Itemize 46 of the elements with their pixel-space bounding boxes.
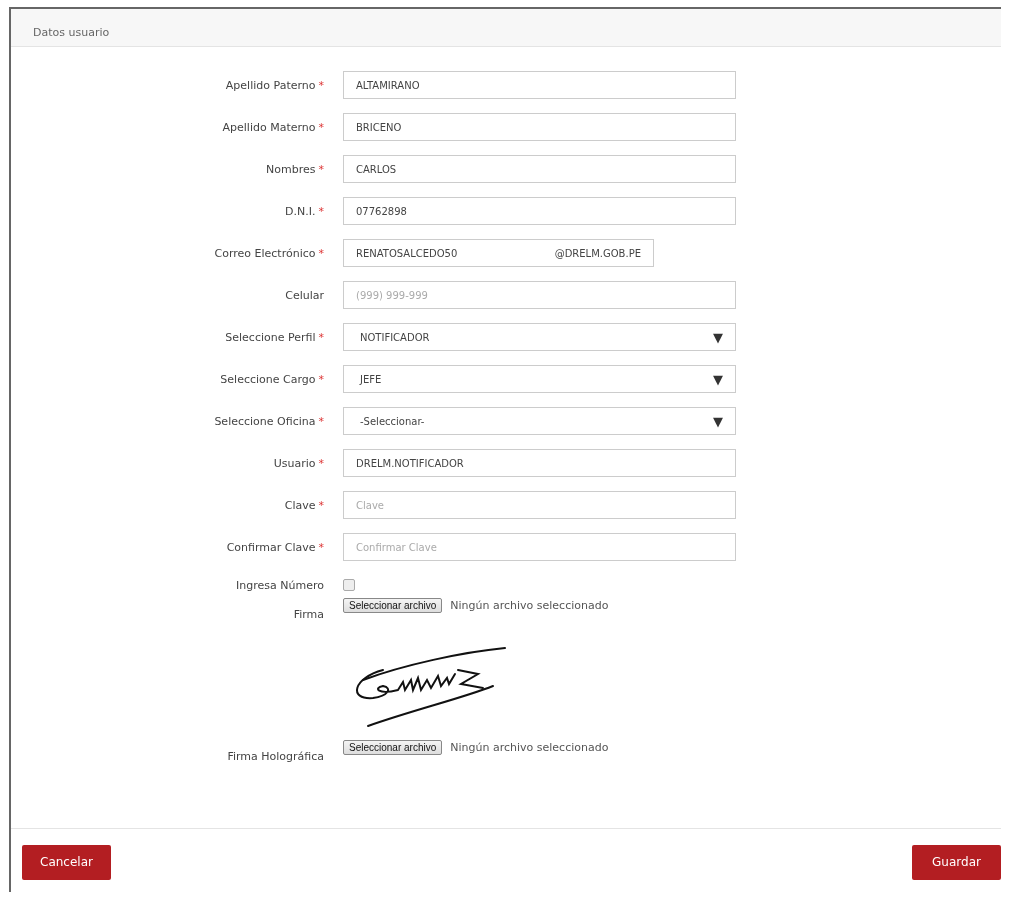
file-status: Ningún archivo seleccionado — [450, 741, 609, 754]
save-button[interactable]: Guardar — [912, 844, 1001, 880]
required-asterisk: * — [318, 456, 324, 470]
required-asterisk: * — [318, 414, 324, 428]
field-label: Seleccione Oficina — [214, 414, 316, 428]
email-field[interactable]: RENATOSALCEDO50 @DRELM.GOB.PE — [343, 239, 654, 267]
checkbox[interactable] — [343, 579, 355, 591]
input-field[interactable]: 07762898 — [343, 197, 736, 225]
field-label: Nombres — [266, 162, 316, 176]
field-label: Apellido Paterno — [225, 78, 316, 92]
panel-title: Datos usuario — [33, 26, 110, 39]
input-field[interactable]: Confirmar Clave — [343, 533, 736, 561]
field-label: Firma Holográfica — [227, 750, 324, 763]
required-asterisk: * — [318, 162, 324, 176]
cancel-button[interactable]: Cancelar — [22, 844, 111, 880]
required-asterisk: * — [318, 498, 324, 512]
field-label: Seleccione Cargo — [220, 372, 316, 386]
required-asterisk: * — [318, 372, 324, 386]
input-field[interactable]: DRELM.NOTIFICADOR — [343, 449, 736, 477]
field-label: Firma — [293, 608, 324, 621]
required-asterisk: * — [318, 78, 324, 92]
field-label: D.N.I. — [285, 204, 316, 218]
input-field[interactable]: (999) 999-999 — [343, 281, 736, 309]
dropdown[interactable]: JEFE ▼ — [343, 365, 736, 393]
required-asterisk: * — [318, 120, 324, 134]
required-asterisk: * — [318, 540, 324, 554]
required-asterisk: * — [318, 246, 324, 260]
field-label: Seleccione Perfil — [225, 330, 316, 344]
input-field[interactable]: CARLOS — [343, 155, 736, 183]
field-label: Usuario — [273, 456, 316, 470]
file-status: Ningún archivo seleccionado — [450, 599, 609, 612]
field-label: Apellido Materno — [222, 120, 316, 134]
field-label: Celular — [285, 288, 324, 302]
input-field[interactable]: BRICEÑO — [343, 113, 736, 141]
field-label: Confirmar Clave — [226, 540, 316, 554]
choose-file-button[interactable]: Seleccionar archivo — [343, 598, 443, 613]
input-field[interactable]: Clave — [343, 491, 736, 519]
field-label: Clave — [284, 498, 316, 512]
input-field[interactable]: ALTAMIRANO — [343, 71, 736, 99]
dropdown[interactable]: NOTIFICADOR ▼ — [343, 323, 736, 351]
field-label: Correo Electrónico — [214, 246, 316, 260]
dropdown[interactable]: -Seleccionar- ▼ — [343, 407, 736, 435]
field-label: Ingresa Número — [236, 578, 324, 592]
required-asterisk: * — [318, 204, 324, 218]
choose-file-button[interactable]: Seleccionar archivo — [343, 740, 443, 755]
required-asterisk: * — [318, 330, 324, 344]
